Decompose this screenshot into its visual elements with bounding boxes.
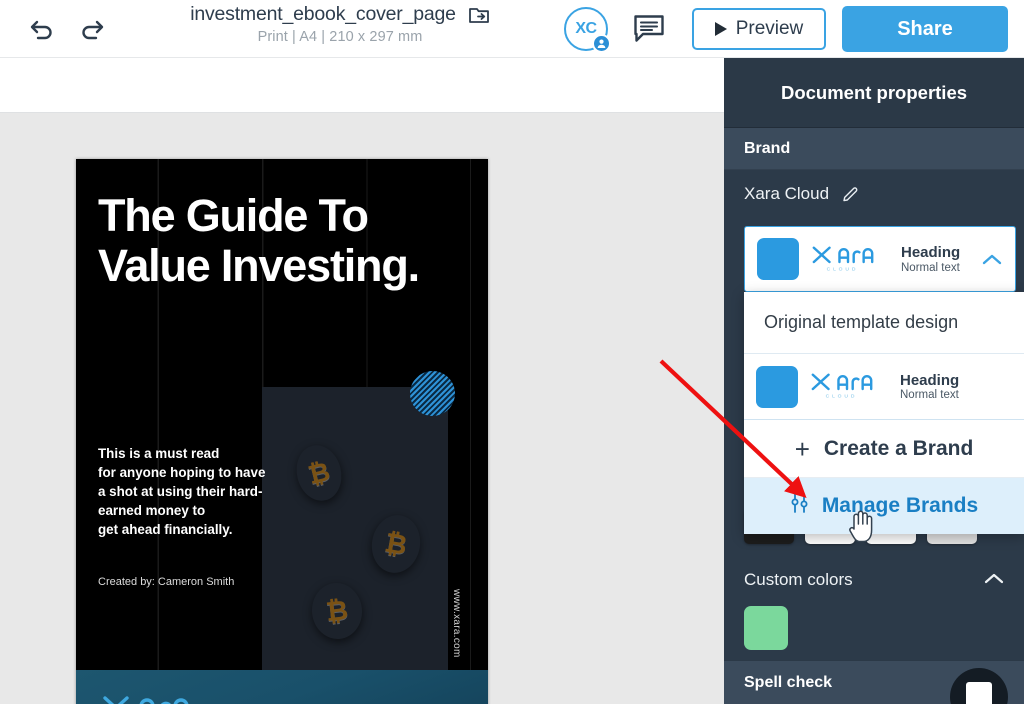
top-toolbar-actions: XC Preview Share: [564, 0, 1024, 58]
preview-button-label: Preview: [735, 18, 804, 39]
redo-icon[interactable]: [78, 15, 106, 43]
section-brand-header[interactable]: Brand: [724, 128, 1024, 170]
dropdown-item-original-template[interactable]: Original template design: [744, 292, 1024, 354]
brand-name-row: Xara Cloud: [724, 170, 1024, 218]
user-badge-icon: [592, 34, 611, 53]
document-page[interactable]: The Guide To Value Investing. ₿ ₿ ₿ This…: [76, 159, 488, 704]
preview-button[interactable]: Preview: [692, 8, 826, 50]
brand-heading-sample: Heading: [900, 371, 960, 389]
svg-text:CLOUD: CLOUD: [827, 266, 859, 272]
plus-icon: +: [794, 433, 810, 464]
chevron-up-icon[interactable]: [981, 253, 1003, 266]
app-root: investment_ebook_cover_page Print | A4 |…: [0, 0, 1024, 704]
move-to-folder-icon[interactable]: [468, 4, 490, 26]
brand-dropdown-menu: Original template design CLOUD Heading N…: [744, 292, 1024, 534]
sliders-icon: [790, 492, 810, 520]
custom-colors-header[interactable]: Custom colors: [724, 558, 1024, 602]
bitcoin-coin: ₿: [367, 511, 424, 576]
brand-normal-sample: Normal text: [901, 261, 960, 274]
bitcoin-coin: ₿: [309, 581, 365, 642]
create-a-brand-label: Create a Brand: [823, 436, 974, 460]
comment-icon[interactable]: [632, 12, 666, 46]
svg-text:CLOUD: CLOUD: [826, 394, 858, 400]
avatar[interactable]: XC: [564, 7, 611, 53]
custom-color-swatch[interactable]: [744, 606, 788, 650]
play-icon: [714, 22, 727, 36]
decorative-dot: [410, 371, 455, 416]
cover-credit[interactable]: Created by: Cameron Smith: [98, 576, 234, 588]
page-title[interactable]: investment_ebook_cover_page: [190, 3, 456, 26]
undo-redo-group: [28, 15, 106, 43]
brand-normal-sample: Normal text: [900, 389, 959, 402]
cover-headline[interactable]: The Guide To Value Investing.: [98, 190, 468, 292]
document-title-block: investment_ebook_cover_page Print | A4 |…: [160, 3, 520, 45]
toggle-switch[interactable]: [950, 668, 1008, 704]
cover-footer-band: CLOUD: [76, 670, 488, 704]
cover-body-text[interactable]: This is a must read for anyone hoping to…: [98, 444, 298, 539]
brand-select-control[interactable]: CLOUD Heading Normal text: [744, 226, 1016, 292]
dropdown-item-brand[interactable]: CLOUD Heading Normal text: [744, 354, 1024, 420]
cover-vertical-url: www.xara.com: [451, 589, 462, 658]
context-toolbar: [0, 58, 724, 113]
xara-cloud-logo: CLOUD: [101, 690, 205, 704]
panel-title: Document properties: [724, 58, 1024, 128]
manage-brands-button[interactable]: Manage Brands: [744, 478, 1024, 534]
document-canvas[interactable]: The Guide To Value Investing. ₿ ₿ ₿ This…: [0, 113, 724, 704]
brand-name-label: Xara Cloud: [744, 184, 830, 203]
brand-typography-preview: Heading Normal text: [900, 372, 1012, 401]
bitcoin-coin: ₿: [291, 441, 347, 506]
document-subtitle: Print | A4 | 210 x 297 mm: [257, 29, 423, 45]
spell-check-label: Spell check: [744, 673, 833, 691]
brand-heading-sample: Heading: [901, 244, 961, 262]
top-toolbar: investment_ebook_cover_page Print | A4 |…: [0, 0, 1024, 58]
toggle-knob: [966, 682, 992, 704]
cover-photo[interactable]: ₿ ₿ ₿: [262, 387, 448, 704]
custom-colors-label: Custom colors: [744, 570, 853, 589]
share-button[interactable]: Share: [842, 6, 1008, 52]
brand-color-swatch: [756, 365, 798, 408]
undo-icon[interactable]: [28, 15, 56, 43]
brand-typography-preview: Heading Normal text: [901, 244, 969, 273]
manage-brands-label: Manage Brands: [821, 494, 979, 517]
xara-cloud-logo: CLOUD: [811, 241, 885, 278]
document-title-row: investment_ebook_cover_page: [190, 3, 490, 26]
create-a-brand-button[interactable]: + Create a Brand: [744, 420, 1024, 478]
brand-color-swatch: [757, 238, 799, 280]
spell-check-row[interactable]: Spell check: [724, 660, 1024, 704]
chevron-up-icon[interactable]: [984, 570, 1004, 590]
xara-cloud-logo: CLOUD: [810, 368, 884, 405]
pencil-icon[interactable]: [841, 185, 860, 204]
